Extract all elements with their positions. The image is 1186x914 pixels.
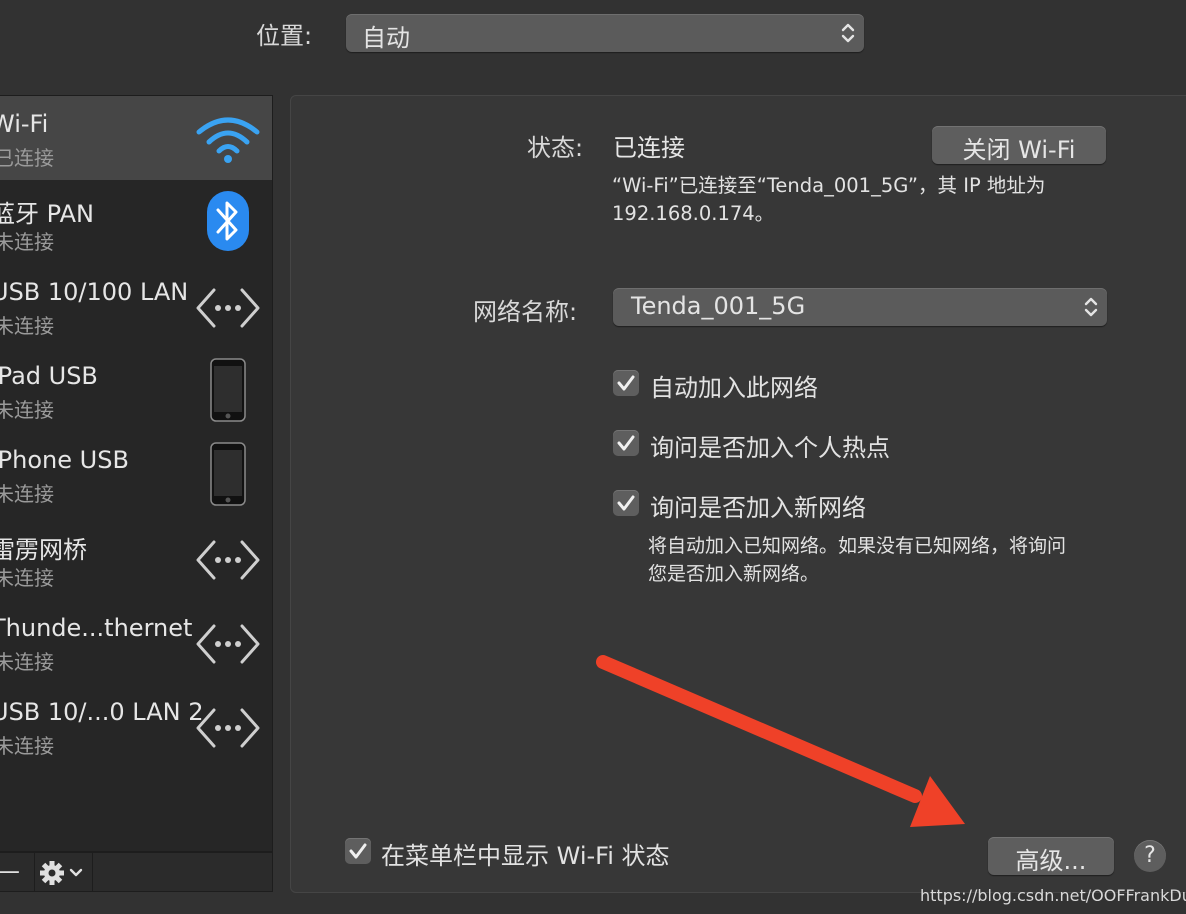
service-status: 已连接 xyxy=(0,146,54,170)
service-item-usb-lan-2[interactable]: USB 10/...0 LAN 2 未连接 xyxy=(0,684,272,768)
ask-hotspot-checkbox[interactable] xyxy=(613,430,639,456)
service-item-ipad-usb[interactable]: iPad USB 未连接 xyxy=(0,348,272,432)
gear-icon xyxy=(40,861,83,885)
service-list-toolbar: — xyxy=(0,852,273,892)
service-name: Wi-Fi xyxy=(0,110,49,138)
service-status: 未连接 xyxy=(0,566,54,590)
service-actions-button[interactable] xyxy=(35,853,93,891)
location-popup[interactable]: 自动 xyxy=(346,14,864,52)
service-name: 雷雳网桥 xyxy=(0,536,87,564)
service-name: iPhone USB xyxy=(0,446,129,474)
updown-chevron-icon xyxy=(1084,297,1098,317)
service-list[interactable]: Wi-Fi 已连接 蓝牙 PAN 未连接 USB 10/100 LAN 未连接 … xyxy=(0,95,273,852)
service-name: USB 10/100 LAN xyxy=(0,278,189,306)
checkmark-icon xyxy=(617,495,635,511)
service-item-usb-lan[interactable]: USB 10/100 LAN 未连接 xyxy=(0,264,272,348)
service-item-thunderbolt-bridge[interactable]: 雷雳网桥 未连接 xyxy=(0,516,272,600)
service-name: iPad USB xyxy=(0,362,98,390)
checkmark-icon xyxy=(617,435,635,451)
auto-join-label: 自动加入此网络 xyxy=(650,374,818,402)
remove-service-button[interactable]: — xyxy=(0,853,35,891)
bluetooth-icon xyxy=(207,191,249,251)
ask-new-network-description-line-1: 将自动加入已知网络。如果没有已知网络，将询问 xyxy=(648,535,1067,557)
ask-new-network-label: 询问是否加入新网络 xyxy=(650,494,866,522)
location-label: 位置: xyxy=(256,22,313,50)
checkmark-icon xyxy=(617,375,635,391)
minus-icon: — xyxy=(0,857,20,885)
service-status: 未连接 xyxy=(0,398,54,422)
help-button[interactable]: ? xyxy=(1134,840,1166,872)
service-item-bluetooth-pan[interactable]: 蓝牙 PAN 未连接 xyxy=(0,180,272,264)
ask-new-network-description-line-2: 您是否加入新网络。 xyxy=(648,563,820,585)
network-name-label: 网络名称: xyxy=(473,298,578,326)
service-item-thunderbolt-ethernet[interactable]: Thunde...thernet 未连接 xyxy=(0,600,272,684)
advanced-button[interactable]: 高级... xyxy=(988,837,1114,875)
show-in-menubar-label: 在菜单栏中显示 Wi-Fi 状态 xyxy=(381,842,670,870)
service-name: Thunde...thernet xyxy=(0,614,193,642)
turn-off-wifi-button[interactable]: 关闭 Wi-Fi xyxy=(932,126,1106,164)
updown-chevron-icon xyxy=(841,23,855,43)
service-status: 未连接 xyxy=(0,734,54,758)
service-name: 蓝牙 PAN xyxy=(0,200,94,228)
ethernet-icon xyxy=(196,708,260,748)
phone-icon xyxy=(210,442,246,506)
ask-new-network-checkbox[interactable] xyxy=(613,490,639,516)
checkmark-icon xyxy=(349,843,367,859)
location-value: 自动 xyxy=(362,24,410,52)
network-name-popup[interactable]: Tenda_001_5G xyxy=(613,288,1107,326)
auto-join-checkbox[interactable] xyxy=(613,370,639,396)
status-description-line-1: “Wi-Fi”已连接至“Tenda_001_5G”，其 IP 地址为 xyxy=(612,174,1046,197)
service-status: 未连接 xyxy=(0,650,54,674)
show-in-menubar-checkbox[interactable] xyxy=(345,838,371,864)
status-description-line-2: 192.168.0.174。 xyxy=(612,202,775,225)
status-value: 已连接 xyxy=(613,134,685,162)
service-status: 未连接 xyxy=(0,230,54,254)
phone-icon xyxy=(210,358,246,422)
status-label: 状态: xyxy=(527,134,584,162)
watermark-text: https://blog.csdn.net/OOFFrankDura xyxy=(920,886,1186,905)
service-item-iphone-usb[interactable]: iPhone USB 未连接 xyxy=(0,432,272,516)
ethernet-icon xyxy=(196,288,260,328)
service-status: 未连接 xyxy=(0,314,54,338)
service-status: 未连接 xyxy=(0,482,54,506)
wifi-icon xyxy=(196,117,260,163)
ethernet-icon xyxy=(196,624,260,664)
ask-hotspot-label: 询问是否加入个人热点 xyxy=(650,434,890,462)
network-name-value: Tenda_001_5G xyxy=(631,292,806,320)
service-name: USB 10/...0 LAN 2 xyxy=(0,698,204,726)
service-item-wifi[interactable]: Wi-Fi 已连接 xyxy=(0,96,272,180)
ethernet-icon xyxy=(196,540,260,580)
